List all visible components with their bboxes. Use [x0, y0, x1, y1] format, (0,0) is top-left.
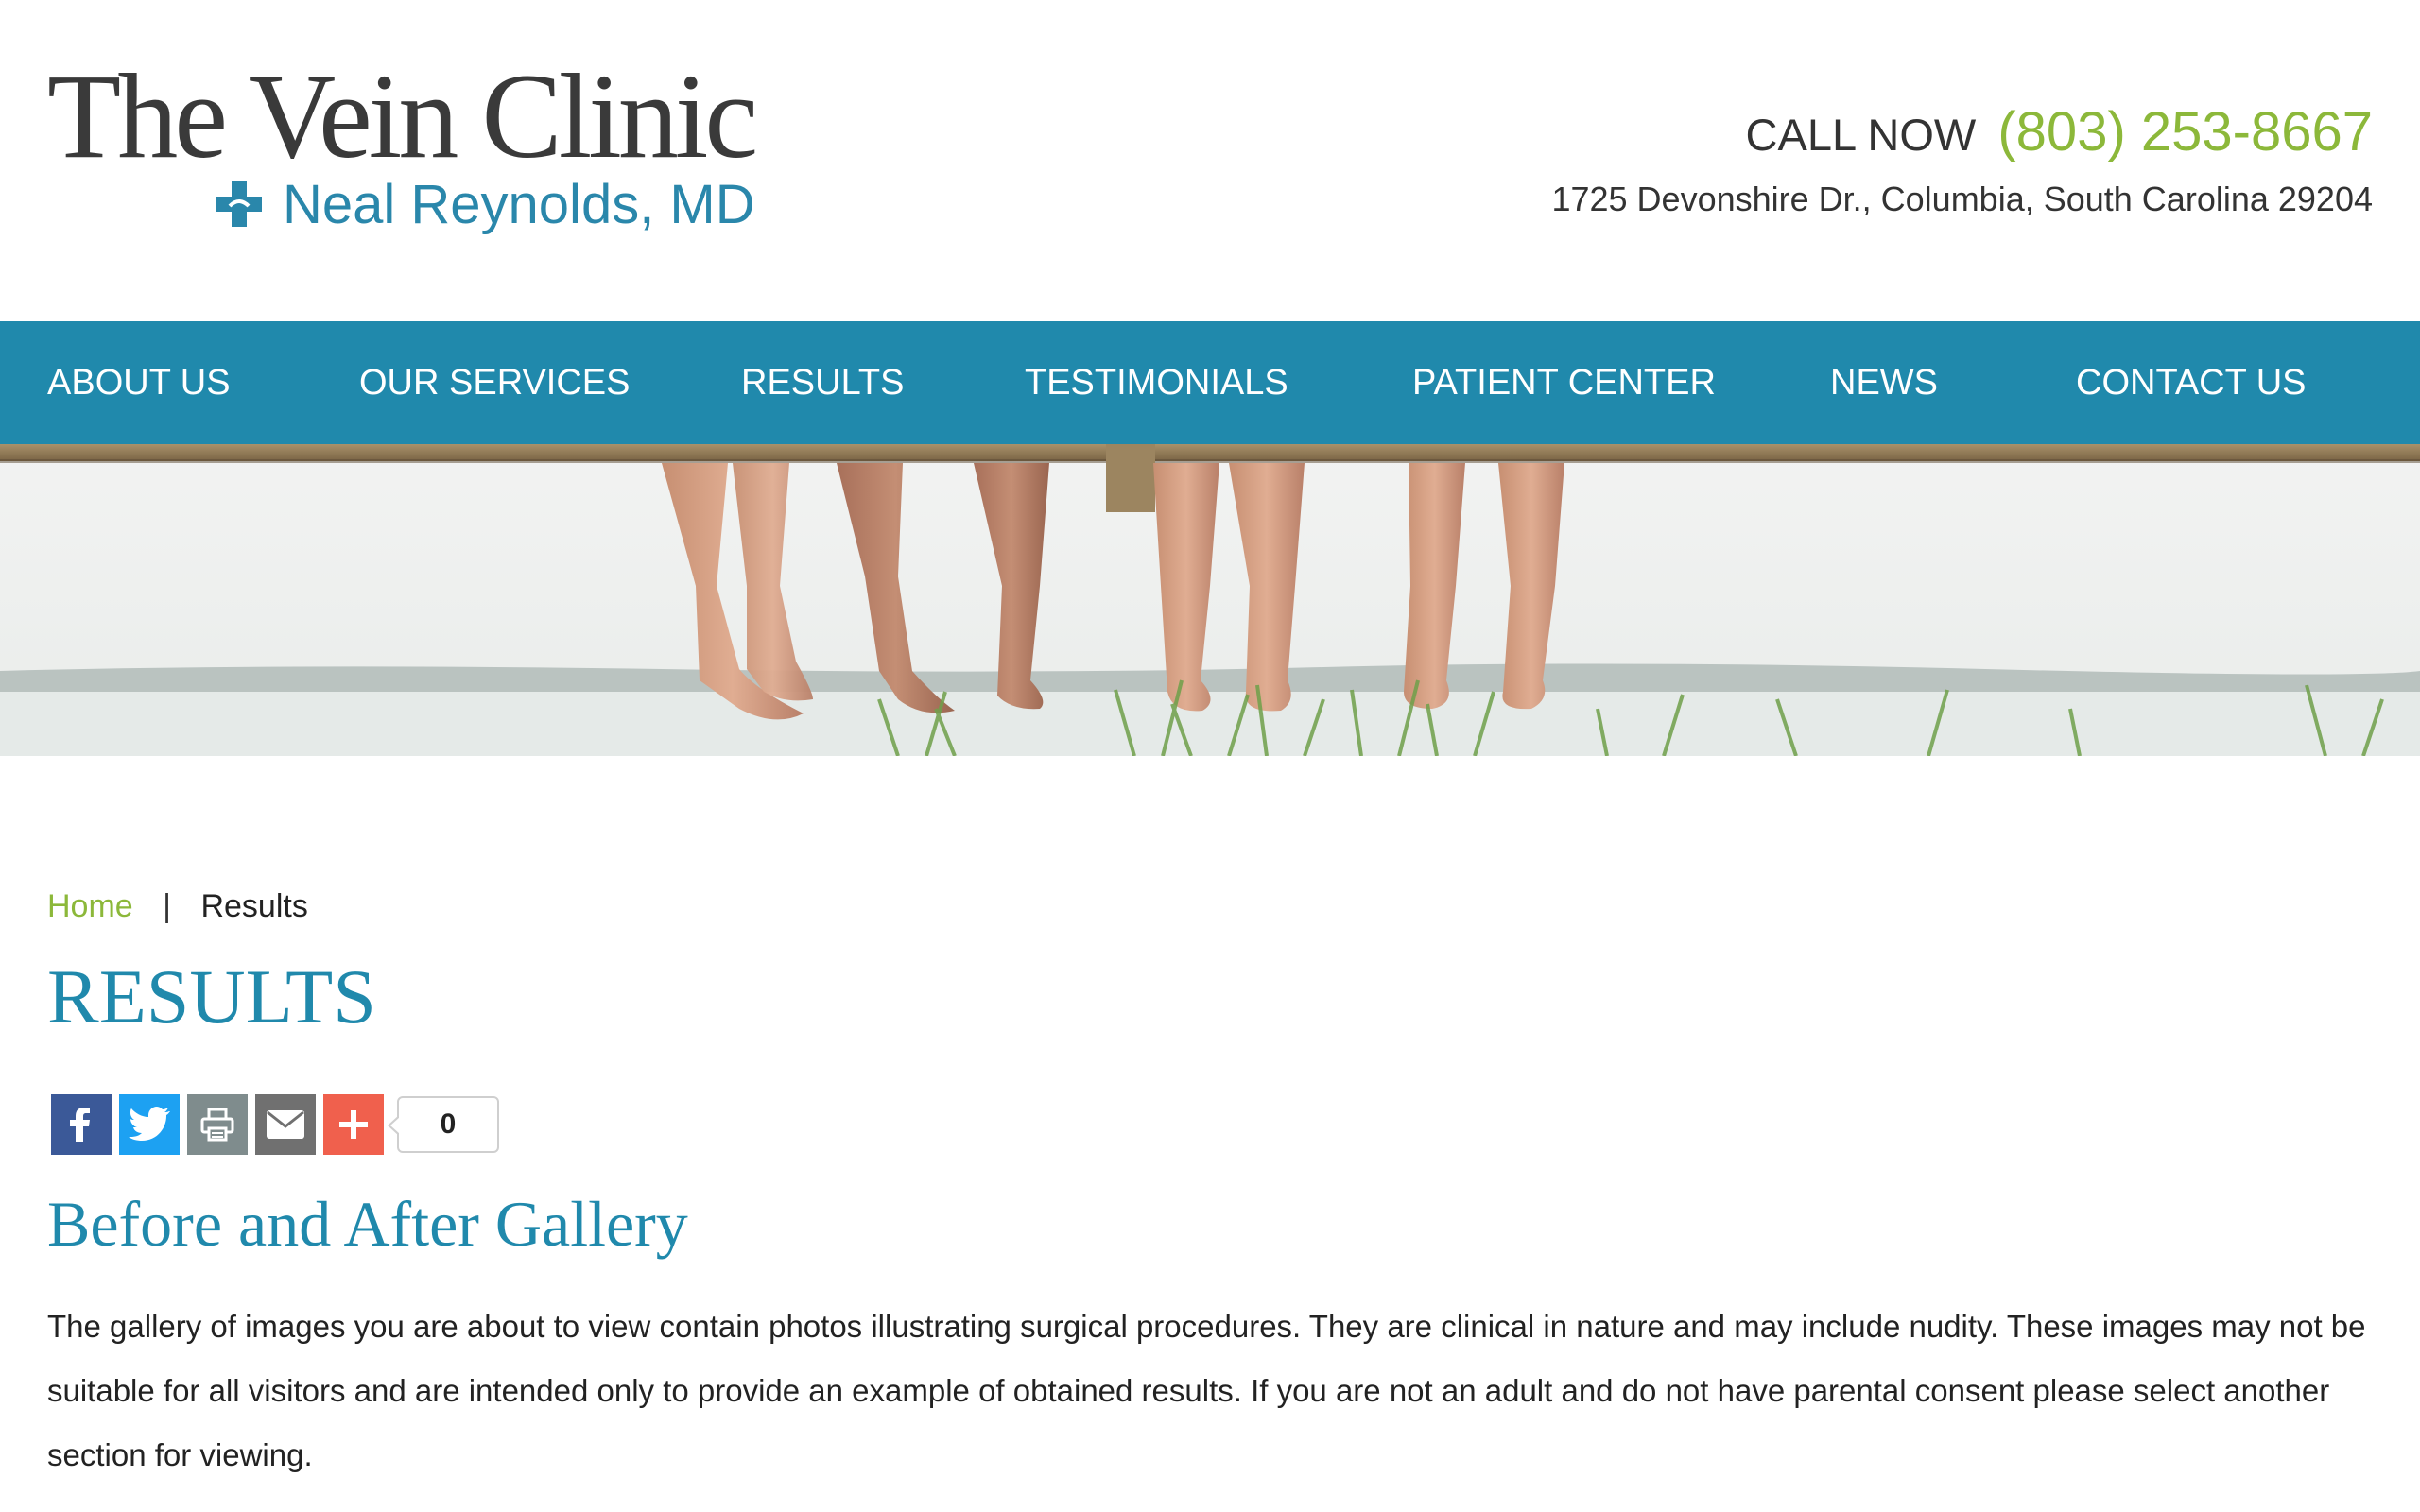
- nav-item-results[interactable]: RESULTS: [741, 321, 904, 444]
- page: The Vein Clinic Neal Reynolds, MD CALL N…: [0, 0, 2420, 1512]
- facebook-share-button[interactable]: [51, 1094, 112, 1155]
- nav-item-patient-center[interactable]: PATIENT CENTER: [1412, 321, 1716, 444]
- main-nav: ABOUT US OUR SERVICES RESULTS TESTIMONIA…: [0, 321, 2420, 444]
- gallery-heading: Before and After Gallery: [47, 1188, 688, 1260]
- hero-image: [0, 444, 2420, 756]
- site-header: The Vein Clinic Neal Reynolds, MD CALL N…: [0, 0, 2420, 321]
- email-icon: [267, 1110, 304, 1139]
- logo-subtitle-row: Neal Reynolds, MD: [213, 166, 755, 242]
- plus-icon: [339, 1110, 368, 1139]
- more-share-button[interactable]: [323, 1094, 384, 1155]
- clinic-logo[interactable]: The Vein Clinic Neal Reynolds, MD: [47, 55, 766, 244]
- print-button[interactable]: [187, 1094, 248, 1155]
- breadcrumb: Home | Results: [47, 888, 308, 925]
- nav-item-our-services[interactable]: OUR SERVICES: [359, 321, 630, 444]
- facebook-icon: [70, 1108, 90, 1142]
- nav-item-contact-us[interactable]: CONTACT US: [2076, 321, 2307, 444]
- breadcrumb-home-link[interactable]: Home: [47, 888, 133, 924]
- address: 1725 Devonshire Dr., Columbia, South Car…: [1551, 180, 2373, 218]
- email-share-button[interactable]: [255, 1094, 316, 1155]
- logo-title: The Vein Clinic: [47, 49, 758, 183]
- hero-banner: [0, 444, 2420, 756]
- header-contact: CALL NOW (803) 253-8667 1725 Devonshire …: [1551, 99, 2373, 219]
- twitter-share-button[interactable]: [119, 1094, 180, 1155]
- share-bar: 0: [51, 1094, 499, 1155]
- call-now-label: CALL NOW: [1745, 110, 1977, 160]
- call-now-line: CALL NOW (803) 253-8667: [1551, 99, 2373, 168]
- breadcrumb-separator: |: [163, 888, 171, 924]
- phone-link[interactable]: (803) 253-8667: [1997, 101, 2373, 163]
- twitter-icon: [129, 1107, 170, 1141]
- nav-item-testimonials[interactable]: TESTIMONIALS: [1025, 321, 1288, 444]
- logo-subtitle: Neal Reynolds, MD: [283, 173, 755, 235]
- breadcrumb-current: Results: [200, 888, 308, 924]
- gallery-disclaimer: The gallery of images you are about to v…: [47, 1309, 2366, 1472]
- print-icon: [200, 1108, 234, 1142]
- share-count: 0: [388, 1096, 499, 1153]
- nav-item-about-us[interactable]: ABOUT US: [47, 321, 231, 444]
- page-title: RESULTS: [47, 954, 376, 1040]
- medical-cross-icon: [216, 181, 262, 227]
- nav-item-news[interactable]: NEWS: [1830, 321, 1938, 444]
